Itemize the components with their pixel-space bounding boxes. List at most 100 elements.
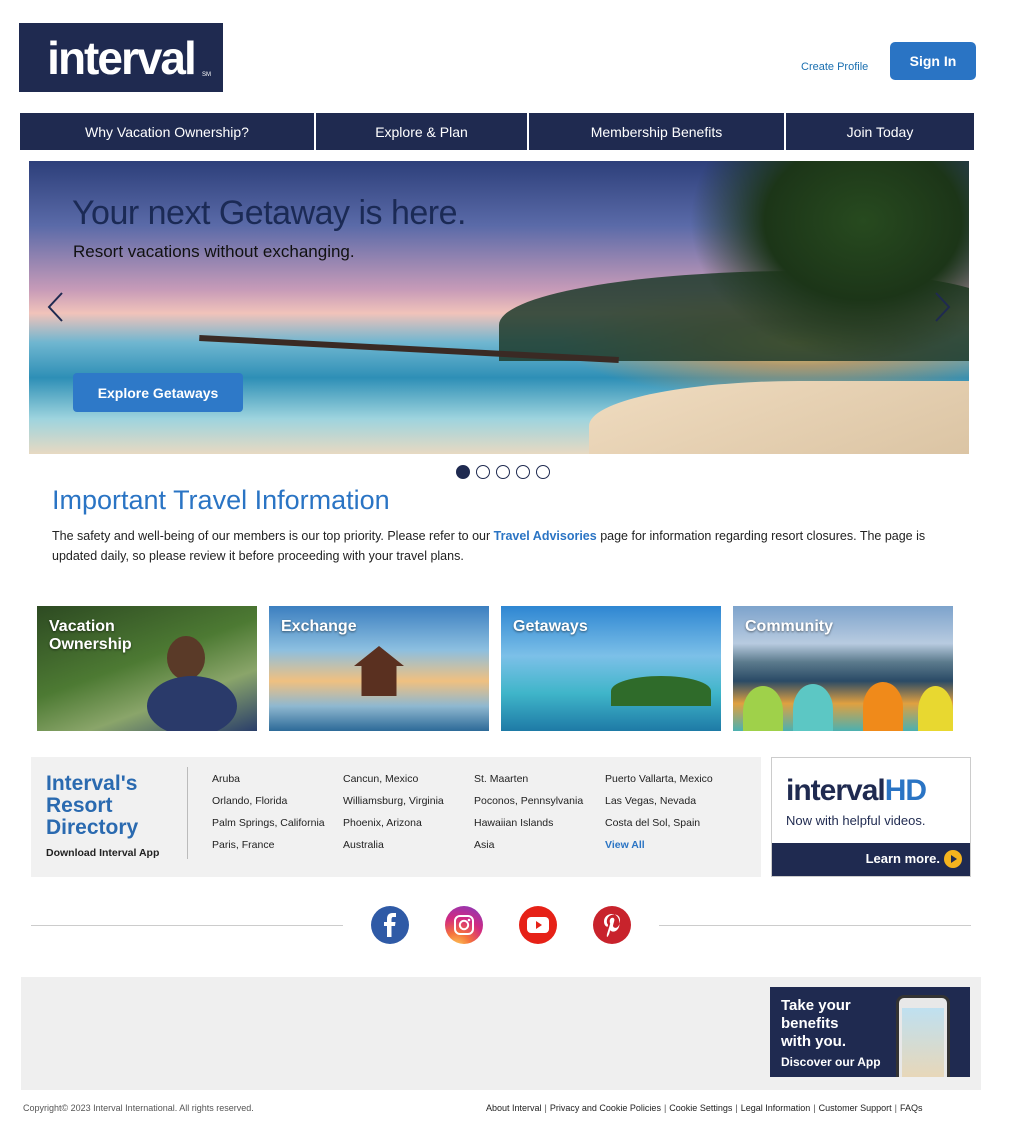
main-nav: Why Vacation Ownership? Explore & Plan M… xyxy=(20,113,974,150)
directory-column-4: Puerto Vallarta, Mexico Las Vegas, Nevad… xyxy=(605,773,713,861)
footer-link-faqs[interactable]: FAQs xyxy=(900,1103,923,1113)
hero-title: Your next Getaway is here. xyxy=(72,194,466,232)
travel-advisories-link[interactable]: Travel Advisories xyxy=(494,529,597,543)
footer-separator: | xyxy=(813,1103,816,1113)
directory-link[interactable]: St. Maarten xyxy=(474,773,583,795)
tile-exchange[interactable]: Exchange xyxy=(269,606,489,731)
carousel-next-icon[interactable] xyxy=(931,291,953,323)
download-app-link[interactable]: Download Interval App xyxy=(46,847,159,859)
directory-link[interactable]: Williamsburg, Virginia xyxy=(343,795,444,817)
play-icon xyxy=(944,850,962,868)
nav-why-vacation-ownership[interactable]: Why Vacation Ownership? xyxy=(20,113,314,150)
carousel-dot-2[interactable] xyxy=(476,465,490,479)
phone-screen xyxy=(902,1008,944,1077)
footer-separator: | xyxy=(663,1103,667,1113)
tile-getaways[interactable]: Getaways xyxy=(501,606,721,731)
youtube-icon[interactable] xyxy=(519,906,557,944)
footer-link-support[interactable]: Customer Support xyxy=(819,1103,892,1113)
interval-hd-tagline: Now with helpful videos. xyxy=(786,813,926,828)
dir-title-line2: Resort xyxy=(46,794,113,817)
directory-link[interactable]: Palm Springs, California xyxy=(212,817,325,839)
nav-join-today[interactable]: Join Today xyxy=(786,113,974,150)
footer-link-cookie-settings[interactable]: Cookie Settings xyxy=(669,1103,732,1113)
nav-membership-benefits[interactable]: Membership Benefits xyxy=(529,113,784,150)
carousel-dot-3[interactable] xyxy=(496,465,510,479)
learn-more-bar[interactable]: Learn more. xyxy=(772,843,970,876)
pinterest-icon[interactable] xyxy=(593,906,631,944)
hero-subtitle: Resort vacations without exchanging. xyxy=(73,242,355,261)
travel-info-text: The safety and well-being of our members… xyxy=(52,526,932,566)
footer-link-about[interactable]: About Interval xyxy=(486,1103,542,1113)
footer-separator: | xyxy=(894,1103,897,1113)
carousel-prev-icon[interactable] xyxy=(45,291,67,323)
directory-link[interactable]: Costa del Sol, Spain xyxy=(605,817,713,839)
footer-separator: | xyxy=(544,1103,547,1113)
pagoda-shape xyxy=(354,646,404,696)
view-all-link[interactable]: View All xyxy=(605,839,713,861)
footer-links: About Interval | Privacy and Cookie Polici… xyxy=(486,1103,922,1113)
kayak-shape xyxy=(918,686,953,731)
app-promo-line2: benefits xyxy=(781,1015,839,1032)
carousel-dot-1[interactable] xyxy=(456,465,470,479)
hd-logo-main: interval xyxy=(786,774,886,807)
footer-link-legal[interactable]: Legal Information xyxy=(741,1103,811,1113)
couple-clothes-shape xyxy=(147,676,237,731)
directory-column-3: St. Maarten Poconos, Pennsylvania Hawaii… xyxy=(474,773,583,861)
directory-link[interactable]: Poconos, Pennsylvania xyxy=(474,795,583,817)
kayak-shape xyxy=(793,684,833,731)
logo-text: interval xyxy=(47,31,197,84)
tile-label-line2: Ownership xyxy=(49,636,132,653)
footer-separator: | xyxy=(735,1103,738,1113)
tile-label-line1: Vacation xyxy=(49,618,115,635)
directory-column-1: Aruba Orlando, Florida Palm Springs, Cal… xyxy=(212,773,325,861)
social-divider-left xyxy=(31,925,343,926)
explore-getaways-button[interactable]: Explore Getaways xyxy=(73,373,243,412)
interval-logo[interactable]: interval SM xyxy=(19,23,223,92)
discover-app-link[interactable]: Discover our App xyxy=(781,1055,881,1069)
app-promo-headline: Take your benefits with you. xyxy=(781,997,851,1051)
interval-hd-promo[interactable]: intervalHD Now with helpful videos. Lear… xyxy=(771,757,971,877)
footer-link-privacy[interactable]: Privacy and Cookie Policies xyxy=(550,1103,661,1113)
nav-explore-plan[interactable]: Explore & Plan xyxy=(316,113,527,150)
copyright-text: Copyright© 2023 Interval International. … xyxy=(23,1103,254,1113)
tile-label: Exchange xyxy=(281,618,357,635)
logo-service-mark: SM xyxy=(202,72,211,78)
resort-directory-title[interactable]: Interval's Resort Directory xyxy=(46,773,138,839)
resort-directory: Interval's Resort Directory Download Int… xyxy=(31,757,761,877)
carousel-dots xyxy=(456,465,556,479)
carousel-dot-4[interactable] xyxy=(516,465,530,479)
directory-link[interactable]: Orlando, Florida xyxy=(212,795,325,817)
info-text-before: The safety and well-being of our members… xyxy=(52,529,494,543)
directory-link[interactable]: Aruba xyxy=(212,773,325,795)
travel-info-title: Important Travel Information xyxy=(52,485,390,515)
carousel-dot-5[interactable] xyxy=(536,465,550,479)
directory-link[interactable]: Hawaiian Islands xyxy=(474,817,583,839)
directory-link[interactable]: Puerto Vallarta, Mexico xyxy=(605,773,713,795)
interval-hd-logo: intervalHD xyxy=(786,774,927,808)
directory-link[interactable]: Australia xyxy=(343,839,444,861)
directory-link[interactable]: Asia xyxy=(474,839,583,861)
instagram-icon[interactable] xyxy=(445,906,483,944)
phone-icon xyxy=(896,995,950,1077)
tile-label: Community xyxy=(745,618,833,635)
tile-label: Getaways xyxy=(513,618,588,635)
directory-link[interactable]: Las Vegas, Nevada xyxy=(605,795,713,817)
directory-column-2: Cancun, Mexico Williamsburg, Virginia Ph… xyxy=(343,773,444,861)
island-shape xyxy=(611,676,711,706)
tile-community[interactable]: Community xyxy=(733,606,953,731)
app-promo-line1: Take your xyxy=(781,997,851,1014)
hero-sand-shape xyxy=(589,381,969,454)
learn-more-label: Learn more. xyxy=(865,851,940,866)
kayak-shape xyxy=(863,682,903,731)
directory-link[interactable]: Phoenix, Arizona xyxy=(343,817,444,839)
facebook-icon[interactable] xyxy=(371,906,409,944)
create-profile-link[interactable]: Create Profile xyxy=(801,61,868,73)
dir-title-line1: Interval's xyxy=(46,772,138,795)
directory-link[interactable]: Cancun, Mexico xyxy=(343,773,444,795)
directory-link[interactable]: Paris, France xyxy=(212,839,325,861)
sign-in-button[interactable]: Sign In xyxy=(890,42,976,80)
tile-label: Vacation Ownership xyxy=(49,618,132,654)
tile-vacation-ownership[interactable]: Vacation Ownership xyxy=(37,606,257,731)
app-promo-banner[interactable]: Take your benefits with you. Discover ou… xyxy=(770,987,970,1077)
hero-carousel: Your next Getaway is here. Resort vacati… xyxy=(29,161,969,454)
